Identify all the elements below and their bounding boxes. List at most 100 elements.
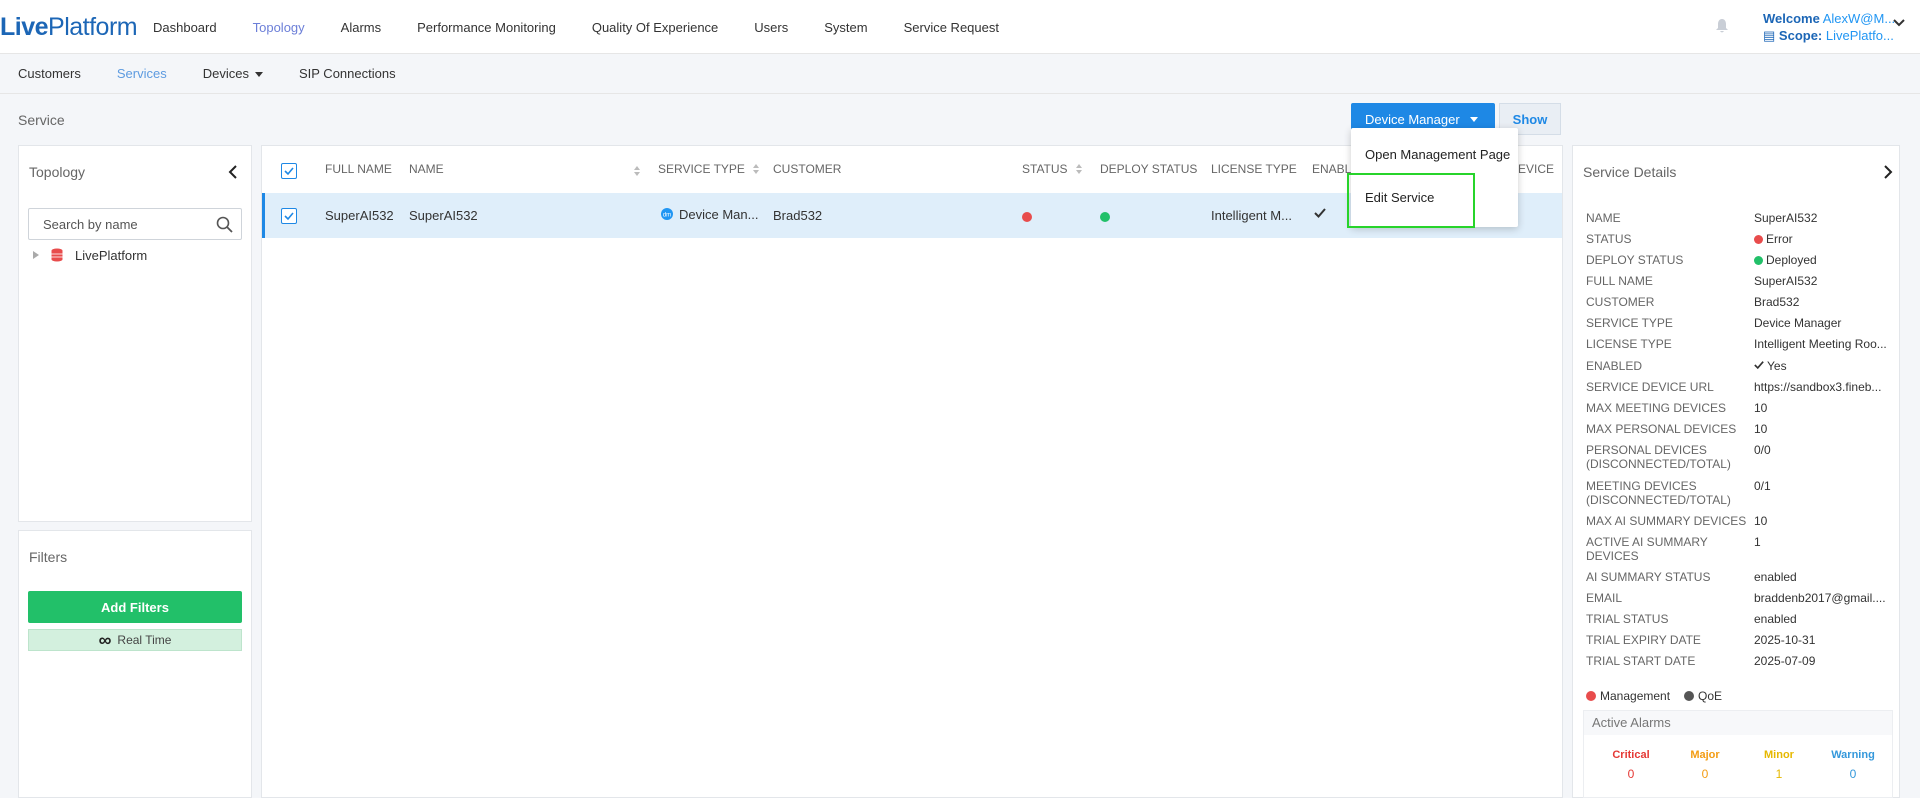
liveplatform-logo[interactable]: Live Platform bbox=[0, 12, 138, 42]
user-scope-box[interactable]: Welcome AlexW@M... ▤ Scope: LivePlatfo..… bbox=[1763, 10, 1895, 44]
services-table: FULL NAME NAME SERVICE TYPE CUSTOMER STA… bbox=[261, 145, 1563, 798]
subnav-devices-label: Devices bbox=[202, 66, 249, 81]
filters-panel: Filters Add Filters ∞ Real Time bbox=[18, 530, 252, 798]
subnav-sip-connections[interactable]: SIP Connections bbox=[299, 66, 396, 81]
detail-value: Yes bbox=[1754, 359, 1894, 373]
infinity-icon: ∞ bbox=[98, 629, 112, 650]
cell-deploy-status bbox=[1100, 210, 1110, 225]
details-title: Service Details bbox=[1583, 164, 1677, 180]
status-deployed-dot bbox=[1100, 212, 1110, 222]
col-service-type-label: SERVICE TYPE bbox=[658, 162, 745, 176]
subnav-customers[interactable]: Customers bbox=[18, 66, 81, 81]
detail-value: Brad532 bbox=[1754, 295, 1800, 309]
logo-live-text: Live bbox=[0, 12, 49, 41]
row-checkbox[interactable] bbox=[281, 208, 297, 224]
enabled-text: Yes bbox=[1767, 359, 1787, 373]
detail-key: ACTIVE AI SUMMARY DEVICES bbox=[1586, 535, 1708, 563]
page-area: Service Device Manager Show Topology Liv… bbox=[0, 94, 1920, 798]
col-license-type[interactable]: LICENSE TYPE bbox=[1211, 162, 1297, 176]
detail-value: Error bbox=[1754, 232, 1894, 246]
nav-dashboard[interactable]: Dashboard bbox=[153, 20, 217, 35]
detail-key: AI SUMMARY STATUS bbox=[1586, 570, 1711, 584]
col-device[interactable]: EVICE bbox=[1518, 162, 1554, 176]
database-icon bbox=[51, 248, 63, 262]
subnav-services[interactable]: Services bbox=[117, 66, 167, 81]
sub-navbar: Customers Services Devices SIP Connectio… bbox=[0, 54, 1920, 94]
col-deploy-status-label: DEPLOY STATUS bbox=[1100, 162, 1198, 176]
detail-key: NAME bbox=[1586, 211, 1621, 225]
svg-text:dm: dm bbox=[663, 213, 671, 219]
cell-name: SuperAI532 bbox=[409, 208, 478, 223]
col-full-name[interactable]: FULL NAME bbox=[325, 162, 392, 176]
alarm-major[interactable]: Major 0 bbox=[1670, 749, 1740, 781]
realtime-toggle[interactable]: ∞ Real Time bbox=[28, 629, 242, 651]
detail-value: Intelligent Meeting Roo... bbox=[1754, 337, 1887, 351]
col-enabled[interactable]: ENABL bbox=[1312, 162, 1351, 176]
detail-key: SERVICE TYPE bbox=[1586, 316, 1673, 330]
col-status[interactable]: STATUS bbox=[1022, 162, 1082, 176]
detail-value: 2025-10-31 bbox=[1754, 633, 1816, 647]
detail-key: LICENSE TYPE bbox=[1586, 337, 1672, 351]
detail-key: MAX PERSONAL DEVICES bbox=[1586, 422, 1737, 436]
caret-down-icon bbox=[254, 72, 263, 78]
detail-value: enabled bbox=[1754, 570, 1797, 584]
chevron-down-icon[interactable] bbox=[1892, 16, 1906, 30]
tree-item-label: LivePlatform bbox=[75, 247, 148, 263]
legend-qoe: QoE bbox=[1698, 689, 1723, 703]
detail-value: braddenb2017@gmail.... bbox=[1754, 591, 1886, 605]
checkmark-icon bbox=[1754, 361, 1764, 370]
realtime-label: Real Time bbox=[117, 633, 172, 647]
col-service-type[interactable]: SERVICE TYPE bbox=[658, 162, 759, 176]
expand-icon[interactable] bbox=[33, 251, 39, 259]
col-full-name-label: FULL NAME bbox=[325, 162, 392, 176]
col-deploy-status[interactable]: DEPLOY STATUS bbox=[1100, 162, 1197, 176]
col-name-label: NAME bbox=[409, 162, 444, 176]
alarm-warning[interactable]: Warning 0 bbox=[1818, 749, 1888, 781]
detail-key: TRIAL STATUS bbox=[1586, 612, 1669, 626]
sort-icon[interactable] bbox=[1075, 164, 1082, 174]
nav-service-request[interactable]: Service Request bbox=[904, 20, 999, 35]
detail-value: 1 bbox=[1754, 535, 1761, 549]
nav-performance-monitoring[interactable]: Performance Monitoring bbox=[417, 20, 556, 35]
detail-key: CUSTOMER bbox=[1586, 295, 1655, 309]
detail-key: DEPLOY STATUS bbox=[1586, 253, 1684, 267]
nav-system[interactable]: System bbox=[824, 20, 867, 35]
select-all-checkbox[interactable] bbox=[281, 163, 297, 179]
alarm-critical[interactable]: Critical 0 bbox=[1596, 749, 1666, 781]
chevron-left-icon[interactable] bbox=[228, 165, 238, 179]
highlight-box bbox=[1347, 173, 1475, 228]
sort-icon[interactable] bbox=[752, 164, 759, 174]
open-management-page-option[interactable]: Open Management Page bbox=[1365, 147, 1510, 162]
subnav-devices[interactable]: Devices bbox=[203, 66, 263, 81]
detail-key: SERVICE DEVICE URL bbox=[1586, 380, 1714, 394]
detail-key: FULL NAME bbox=[1586, 274, 1653, 288]
add-filters-button[interactable]: Add Filters bbox=[28, 591, 242, 623]
topology-panel: Topology LivePlatform bbox=[18, 145, 252, 522]
chevron-right-icon[interactable] bbox=[1883, 165, 1893, 179]
detail-value: 10 bbox=[1754, 422, 1768, 436]
nav-quality-of-experience[interactable]: Quality Of Experience bbox=[592, 20, 718, 35]
detail-value: 10 bbox=[1754, 514, 1768, 528]
sort-icon[interactable] bbox=[634, 166, 640, 176]
main-menu: Dashboard Topology Alarms Performance Mo… bbox=[153, 0, 1035, 54]
cell-service-type: dm Device Man... bbox=[661, 207, 758, 222]
check-icon bbox=[284, 167, 294, 176]
detail-value[interactable]: https://sandbox3.fineb... bbox=[1754, 380, 1894, 394]
col-name[interactable]: NAME bbox=[409, 162, 444, 176]
search-input[interactable] bbox=[29, 209, 199, 239]
detail-value: SuperAI532 bbox=[1754, 211, 1818, 225]
nav-alarms[interactable]: Alarms bbox=[341, 20, 381, 35]
search-icon[interactable] bbox=[216, 216, 233, 233]
detail-value: enabled bbox=[1754, 612, 1797, 626]
alarm-minor[interactable]: Minor 1 bbox=[1744, 749, 1814, 781]
alarm-count: 1 bbox=[1775, 767, 1783, 781]
col-customer[interactable]: CUSTOMER bbox=[773, 162, 841, 176]
nav-topology[interactable]: Topology bbox=[253, 20, 305, 35]
nav-users[interactable]: Users bbox=[754, 20, 788, 35]
tree-item-liveplatform[interactable]: LivePlatform bbox=[33, 246, 147, 264]
checkmark-icon bbox=[1314, 208, 1326, 218]
detail-key: TRIAL START DATE bbox=[1586, 654, 1696, 668]
bell-icon[interactable] bbox=[1715, 18, 1729, 34]
scope-value: LivePlatfo... bbox=[1825, 28, 1894, 43]
alarm-level-name: Minor bbox=[1764, 749, 1794, 761]
